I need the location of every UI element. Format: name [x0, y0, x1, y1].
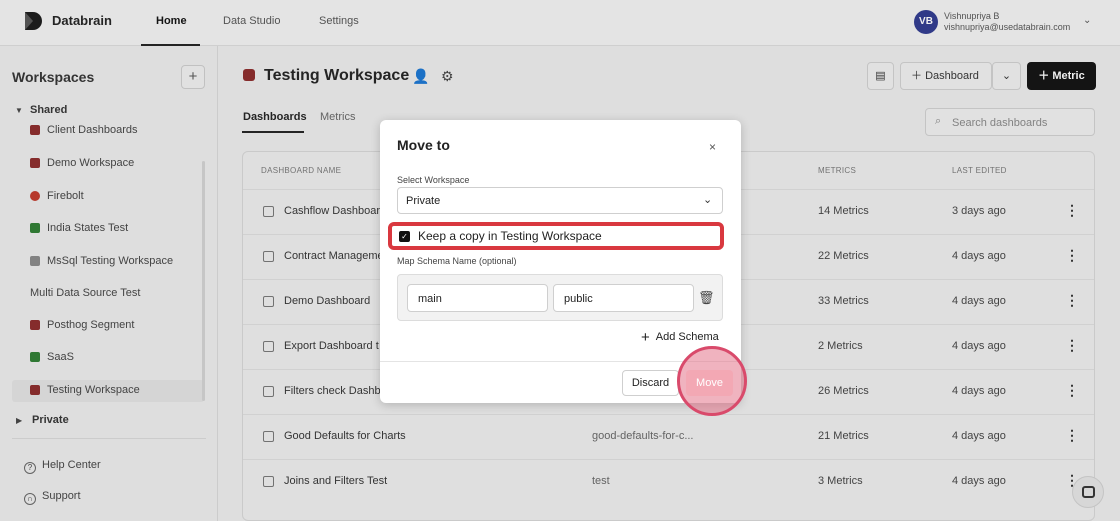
close-icon[interactable]: × — [709, 140, 716, 154]
keep-copy-highlight: ✓ Keep a copy in Testing Workspace — [388, 222, 724, 250]
keep-copy-checkbox[interactable]: ✓ — [399, 231, 410, 242]
chevron-down-icon: ⌄ — [703, 194, 713, 206]
schema-to-value: public — [564, 293, 593, 305]
keep-copy-label[interactable]: Keep a copy in Testing Workspace — [418, 229, 602, 243]
add-schema-label: Add Schema — [655, 331, 719, 343]
schema-to-input[interactable]: public — [553, 284, 694, 312]
discard-button[interactable]: Discard — [622, 370, 679, 396]
add-schema-button[interactable]: + Add Schema — [641, 329, 719, 346]
schema-label: Map Schema Name (optional) — [397, 256, 517, 266]
schema-from-input[interactable]: main — [407, 284, 548, 312]
modal-title: Move to — [397, 137, 450, 153]
schema-from-value: main — [418, 293, 442, 305]
workspace-select-value: Private — [406, 195, 441, 207]
move-button[interactable]: Move — [686, 370, 733, 396]
select-workspace-label: Select Workspace — [397, 175, 470, 185]
schema-mapping-row: main public 🗑 — [397, 274, 723, 321]
move-to-modal: Move to × Select Workspace Private ⌄ ✓ K… — [380, 120, 747, 416]
plus-icon: + — [641, 329, 650, 346]
workspace-select[interactable]: Private ⌄ — [397, 187, 723, 214]
trash-icon[interactable]: 🗑 — [698, 290, 715, 306]
